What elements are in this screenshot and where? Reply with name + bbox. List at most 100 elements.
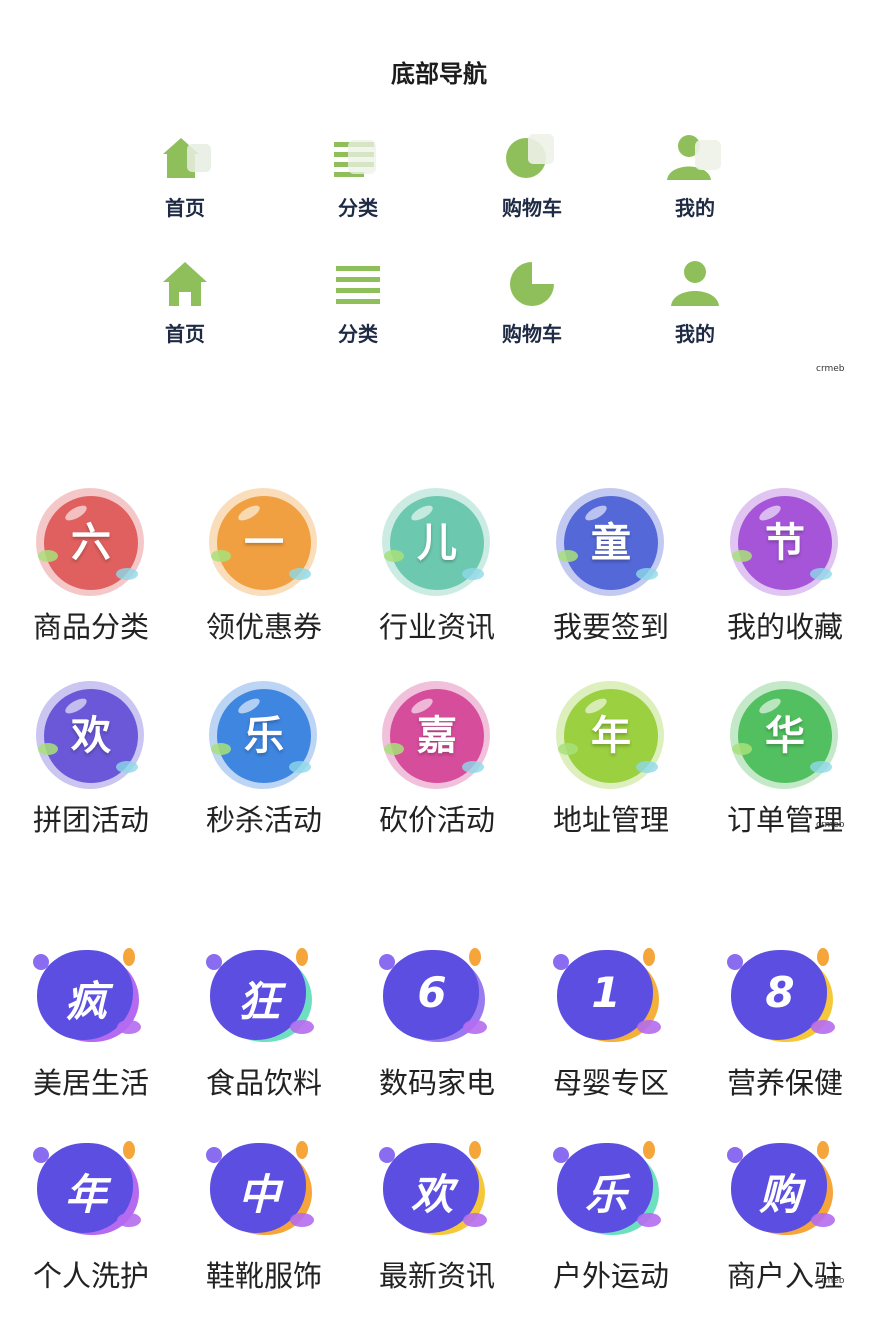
blob-icon: 中 xyxy=(204,1137,324,1247)
grid-item-label: 商品分类 xyxy=(32,610,149,644)
nav-label: 我的 xyxy=(675,196,715,220)
grid-item-label: 秒杀活动 xyxy=(205,803,322,837)
grid-item-label: 商户入驻 xyxy=(726,1259,843,1293)
nav-item-home[interactable]: 首页 xyxy=(125,258,245,347)
nav-row-blurred: 首页 分类 购物车 我的 xyxy=(100,132,780,242)
watermark-logo: crmeb xyxy=(816,820,845,830)
nav-item-cart[interactable]: 购物车 xyxy=(472,132,592,221)
bubble-char: 华 xyxy=(765,713,805,759)
blob-char: 乐 xyxy=(584,1170,627,1219)
grid-item[interactable]: 童我要签到 xyxy=(526,488,696,646)
grid-item[interactable]: 节我的收藏 xyxy=(700,488,870,646)
grid-item[interactable]: 年个人洗护 xyxy=(6,1137,176,1295)
nav-item-me[interactable]: 我的 xyxy=(635,258,755,347)
bubble-char: 一 xyxy=(244,520,284,566)
grid-item[interactable]: 乐秒杀活动 xyxy=(179,681,349,839)
bubble-icon-grid: 六商品分类一领优惠券儿行业资讯童我要签到节我的收藏欢拼团活动乐秒杀活动嘉砍价活动… xyxy=(0,488,878,848)
grid-item[interactable]: 嘉砍价活动 xyxy=(352,681,522,839)
blob-icon: 乐 xyxy=(551,1137,671,1247)
grid-item[interactable]: 中鞋靴服饰 xyxy=(179,1137,349,1295)
grid-item[interactable]: 疯美居生活 xyxy=(6,944,176,1102)
blob-icon: 6 xyxy=(377,944,497,1054)
blob-char: 1 xyxy=(591,968,621,1017)
grid-item[interactable]: 乐户外运动 xyxy=(526,1137,696,1295)
blob-char: 年 xyxy=(64,1170,107,1219)
blob-char: 6 xyxy=(417,968,447,1017)
user-icon xyxy=(667,135,721,180)
bubble-char: 童 xyxy=(591,520,631,566)
blob-char: 购 xyxy=(758,1170,801,1219)
grid-item-label: 母婴专区 xyxy=(552,1066,669,1100)
list-icon xyxy=(336,266,380,304)
grid-item[interactable]: 6 数码家电 xyxy=(352,944,522,1102)
grid-item-label: 地址管理 xyxy=(552,803,669,837)
cart-pie-icon xyxy=(510,262,554,306)
nav-label: 分类 xyxy=(338,322,378,346)
bubble-icon: 童 xyxy=(556,488,666,598)
blob-icon: 狂 xyxy=(204,944,324,1054)
blob-icon: 购 xyxy=(725,1137,845,1247)
grid-item[interactable]: 欢拼团活动 xyxy=(6,681,176,839)
nav-item-home[interactable]: 首页 xyxy=(125,132,245,221)
bubble-char: 嘉 xyxy=(417,713,457,759)
bubble-icon: 节 xyxy=(730,488,840,598)
bubble-char: 欢 xyxy=(71,713,111,759)
page-title: 底部导航 xyxy=(391,60,487,88)
grid-item-label: 美居生活 xyxy=(32,1066,149,1100)
grid-item[interactable]: 儿行业资讯 xyxy=(352,488,522,646)
nav-item-category[interactable]: 分类 xyxy=(298,132,418,221)
nav-item-category[interactable]: 分类 xyxy=(298,258,418,347)
blob-icon-grid: 疯美居生活狂食品饮料 6 数码家电 1 母婴专区 8 营养保健年个人洗护中鞋靴服饰欢最新资讯… xyxy=(0,944,878,1304)
grid-item[interactable]: 狂食品饮料 xyxy=(179,944,349,1102)
cart-pie-icon xyxy=(506,134,554,178)
grid-item[interactable]: 8 营养保健 xyxy=(700,944,870,1102)
bubble-icon: 一 xyxy=(209,488,319,598)
grid-item-label: 领优惠券 xyxy=(205,610,322,644)
bubble-icon: 六 xyxy=(36,488,146,598)
grid-item-label: 鞋靴服饰 xyxy=(205,1259,322,1293)
nav-item-cart[interactable]: 购物车 xyxy=(472,258,592,347)
user-icon xyxy=(671,261,719,306)
bubble-char: 乐 xyxy=(244,713,284,759)
grid-item[interactable]: 1 母婴专区 xyxy=(526,944,696,1102)
grid-item-label: 最新资讯 xyxy=(378,1259,495,1293)
bubble-icon: 儿 xyxy=(382,488,492,598)
nav-label: 购物车 xyxy=(502,196,562,220)
watermark-logo: crmeb xyxy=(816,364,845,374)
nav-item-me[interactable]: 我的 xyxy=(635,132,755,221)
grid-item[interactable]: 欢最新资讯 xyxy=(352,1137,522,1295)
bubble-char: 年 xyxy=(591,713,631,759)
grid-item-label: 我的收藏 xyxy=(726,610,843,644)
grid-item-label: 户外运动 xyxy=(552,1259,669,1293)
bubble-icon: 年 xyxy=(556,681,666,791)
grid-item-label: 营养保健 xyxy=(726,1066,843,1100)
grid-item-label: 我要签到 xyxy=(552,610,669,644)
grid-item[interactable]: 六商品分类 xyxy=(6,488,176,646)
grid-item[interactable]: 购商户入驻 xyxy=(700,1137,870,1295)
grid-item-label: 数码家电 xyxy=(378,1066,495,1100)
blob-icon: 疯 xyxy=(31,944,151,1054)
nav-label: 购物车 xyxy=(502,322,562,346)
grid-item-label: 个人洗护 xyxy=(32,1259,149,1293)
bubble-icon: 嘉 xyxy=(382,681,492,791)
nav-label: 首页 xyxy=(165,322,205,346)
grid-item[interactable]: 年地址管理 xyxy=(526,681,696,839)
bubble-char: 六 xyxy=(71,520,111,566)
nav-row-flat: 首页 分类 购物车 我的 xyxy=(100,258,780,368)
watermark-logo: crmeb xyxy=(816,1276,845,1286)
grid-item-label: 订单管理 xyxy=(726,803,843,837)
nav-label: 首页 xyxy=(165,196,205,220)
blob-icon: 欢 xyxy=(377,1137,497,1247)
grid-item[interactable]: 一领优惠券 xyxy=(179,488,349,646)
home-icon xyxy=(163,262,207,306)
nav-label: 我的 xyxy=(675,322,715,346)
blob-icon: 1 xyxy=(551,944,671,1054)
bubble-char: 儿 xyxy=(417,520,457,566)
grid-item-label: 行业资讯 xyxy=(378,610,495,644)
blob-char: 欢 xyxy=(410,1170,453,1219)
blob-char: 8 xyxy=(765,968,795,1017)
bubble-icon: 华 xyxy=(730,681,840,791)
list-icon xyxy=(334,140,376,177)
home-icon xyxy=(163,138,211,178)
grid-item[interactable]: 华订单管理 xyxy=(700,681,870,839)
